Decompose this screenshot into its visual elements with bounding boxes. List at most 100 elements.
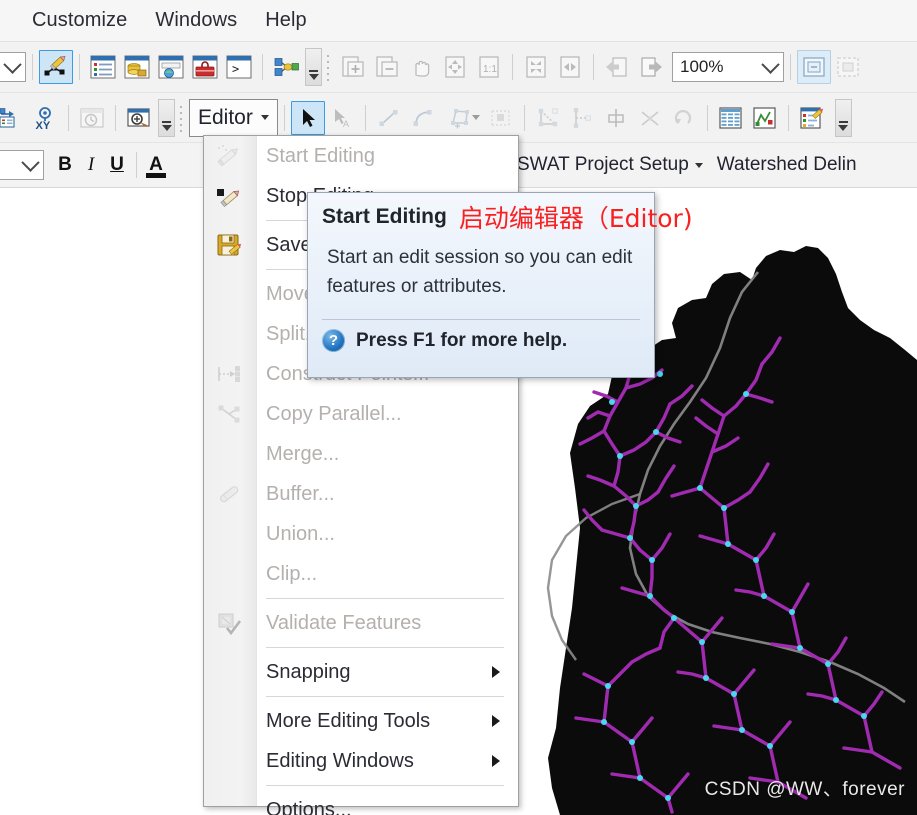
menu-item-help[interactable]: Help xyxy=(251,7,321,34)
svg-text:A: A xyxy=(343,119,349,129)
reshape-feature-button[interactable] xyxy=(633,101,667,135)
toolbar-overflow-button[interactable] xyxy=(305,48,322,86)
attribute-table-button[interactable] xyxy=(714,101,748,135)
layout-zoom-out-button[interactable] xyxy=(370,50,404,84)
add-xy-data-icon: XY xyxy=(36,106,51,131)
layout-zoom-combo[interactable]: 100% xyxy=(672,52,784,82)
edit-annotation-tool-button[interactable]: A xyxy=(325,101,359,135)
sketch-properties-icon xyxy=(753,106,776,129)
focus-data-frame-button[interactable] xyxy=(831,50,865,84)
editor-menu-button[interactable]: Editor xyxy=(189,98,278,137)
one-to-one-icon: 1:1 xyxy=(479,56,499,78)
toolbar-separator xyxy=(523,104,525,131)
tooltip-annotation: 启动编辑器（Editor) xyxy=(458,204,693,233)
geocode-addresses-button[interactable] xyxy=(0,101,28,135)
layout-zoom-in-button[interactable] xyxy=(336,50,370,84)
menu-item-copy-parallel[interactable]: Copy Parallel... xyxy=(204,394,518,434)
menu-item-options[interactable]: Options... xyxy=(204,790,518,815)
menu-item-customize[interactable]: Customize xyxy=(18,7,141,34)
bold-button[interactable]: B xyxy=(52,150,78,180)
help-question-icon: ? xyxy=(322,329,345,352)
chevron-down-icon xyxy=(0,54,25,74)
menu-item-windows[interactable]: Windows xyxy=(141,7,251,34)
zoom-out-page-icon xyxy=(376,56,398,77)
tooltip-divider xyxy=(322,319,640,320)
font-color-button[interactable]: A xyxy=(143,150,169,180)
start-editing-icon xyxy=(214,141,244,171)
menu-item-label: More Editing Tools xyxy=(266,709,431,732)
sketch-properties-button[interactable] xyxy=(748,101,782,135)
toolbar-overflow-button[interactable] xyxy=(158,98,175,137)
attributes-editor-button[interactable] xyxy=(795,101,829,135)
watershed-delineation-menu[interactable]: Watershed Delin xyxy=(710,151,864,179)
toolbar-separator xyxy=(68,104,69,131)
layout-zoom-whole-page-button[interactable] xyxy=(519,50,553,84)
go-forward-extent-icon xyxy=(641,57,662,77)
add-xy-data-button[interactable]: XY xyxy=(28,101,62,135)
menu-item-buffer[interactable]: Buffer... xyxy=(204,474,518,514)
straight-segment-icon xyxy=(379,109,398,126)
search-window-button[interactable] xyxy=(154,50,188,84)
menu-item-label: Copy Parallel... xyxy=(266,402,402,425)
layout-one-to-one-button[interactable]: 1:1 xyxy=(472,50,506,84)
tooltip-body-text: Start an edit session so you can edit fe… xyxy=(327,247,633,297)
menu-item-more-editing-tools[interactable]: More Editing Tools xyxy=(204,701,518,741)
curve-segment-button[interactable] xyxy=(406,101,440,135)
underline-button[interactable]: U xyxy=(104,150,130,180)
menu-separator xyxy=(266,598,504,599)
menu-item-snapping[interactable]: Snapping xyxy=(204,652,518,692)
edit-annotation-tool-icon: A xyxy=(334,108,349,129)
table-of-contents-button[interactable] xyxy=(86,50,120,84)
editor-toolbar-button[interactable] xyxy=(39,50,73,84)
trace-tool-button[interactable] xyxy=(531,101,565,135)
copy-parallel-icon xyxy=(214,399,244,429)
catalog-window-button[interactable] xyxy=(120,50,154,84)
font-color-swatch xyxy=(146,173,166,178)
split-tool-button[interactable] xyxy=(565,101,599,135)
go-forward-extent-button[interactable] xyxy=(634,50,668,84)
edit-tool-button[interactable] xyxy=(290,100,325,135)
editor-toolbar-grip[interactable] xyxy=(178,102,184,133)
menu-item-label: Buffer... xyxy=(266,482,335,505)
time-slider-button[interactable] xyxy=(75,101,109,135)
validate-features-icon xyxy=(214,608,244,638)
menu-item-merge[interactable]: Merge... xyxy=(204,434,518,474)
menu-item-union[interactable]: Union... xyxy=(204,514,518,554)
geocode-addresses-icon xyxy=(0,107,15,128)
layout-full-extent-button[interactable] xyxy=(438,50,472,84)
font-size-combo[interactable]: 0 xyxy=(0,150,44,180)
toolbar-grip[interactable] xyxy=(325,52,331,82)
rotate-tool-icon xyxy=(608,108,624,127)
layout-pan-button[interactable] xyxy=(404,50,438,84)
undo-arc-button[interactable] xyxy=(667,101,701,135)
layout-zoom-page-width-button[interactable] xyxy=(553,50,587,84)
python-window-button[interactable]: > xyxy=(222,50,256,84)
menu-item-editing-windows[interactable]: Editing Windows xyxy=(204,741,518,781)
tooltip-help-row: ? Press F1 for more help. xyxy=(322,329,567,352)
submenu-arrow-icon xyxy=(492,715,500,727)
main-menu-bar: Customize Windows Help xyxy=(0,0,917,41)
arctoolbox-button[interactable] xyxy=(188,50,222,84)
italic-button[interactable]: I xyxy=(78,150,104,180)
swat-project-setup-menu[interactable]: SWAT Project Setup xyxy=(510,151,710,179)
menu-item-clip[interactable]: Clip... xyxy=(204,554,518,594)
rotate-tool-button[interactable] xyxy=(599,101,633,135)
menu-item-start-editing[interactable]: Start Editing xyxy=(204,136,518,176)
menu-item-label: Union... xyxy=(266,522,335,545)
mirror-features-button[interactable] xyxy=(484,101,518,135)
editor-menu-label: Editor xyxy=(198,105,253,129)
straight-segment-button[interactable] xyxy=(372,101,406,135)
submenu-arrow-icon xyxy=(492,666,500,678)
scale-combo-box[interactable] xyxy=(0,52,26,82)
toggle-draft-mode-button[interactable] xyxy=(797,50,831,84)
menu-item-label: Clip... xyxy=(266,562,318,585)
construct-polygon-button[interactable] xyxy=(440,101,484,135)
toolbar-overflow-button[interactable] xyxy=(834,98,852,137)
model-builder-button[interactable] xyxy=(269,50,303,84)
attribute-table-icon xyxy=(719,106,742,129)
go-back-extent-button[interactable] xyxy=(600,50,634,84)
menu-item-validate-features[interactable]: Validate Features xyxy=(204,603,518,643)
toolbar-separator xyxy=(262,54,263,80)
magnifier-window-button[interactable] xyxy=(122,101,156,135)
reshape-feature-icon xyxy=(641,110,659,126)
